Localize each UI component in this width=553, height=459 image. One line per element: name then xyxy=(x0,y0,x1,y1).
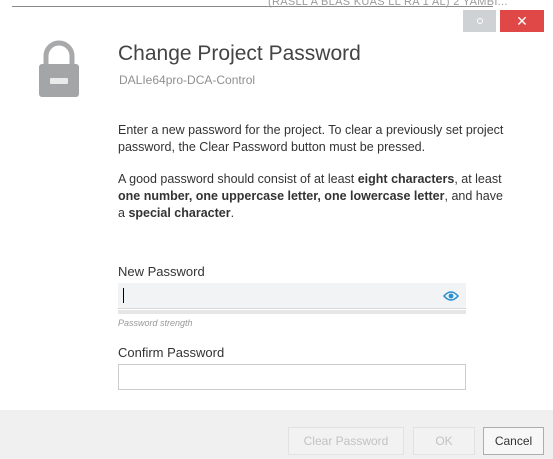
password-strength-label: Password strength xyxy=(118,318,193,328)
close-button[interactable]: ✕ xyxy=(500,10,544,32)
new-password-field[interactable] xyxy=(118,283,466,309)
background-window-title: (RASLL A BLAS KUAS LL RA 1 AL) 2 YAMBI..… xyxy=(268,0,508,8)
close-icon: ✕ xyxy=(516,12,528,29)
confirm-password-label: Confirm Password xyxy=(118,345,225,360)
password-requirements-text: A good password should consist of at lea… xyxy=(118,172,503,220)
confirm-password-field[interactable] xyxy=(118,364,466,390)
eye-icon[interactable] xyxy=(443,290,459,302)
instructions-text: Enter a new password for the project. To… xyxy=(118,123,504,154)
new-password-label: New Password xyxy=(118,264,205,279)
dialog-title: Change Project Password xyxy=(118,42,361,65)
lock-icon xyxy=(39,40,79,97)
project-name: DALIe64pro-DCA-Control xyxy=(119,73,256,87)
password-strength-bar xyxy=(118,310,466,314)
maximize-icon xyxy=(476,18,483,24)
ok-button[interactable]: OK xyxy=(413,427,475,455)
clear-password-button[interactable]: Clear Password xyxy=(288,427,404,455)
text-caret xyxy=(123,288,124,303)
maximize-button[interactable] xyxy=(463,10,496,32)
cancel-button[interactable]: Cancel xyxy=(483,427,544,455)
